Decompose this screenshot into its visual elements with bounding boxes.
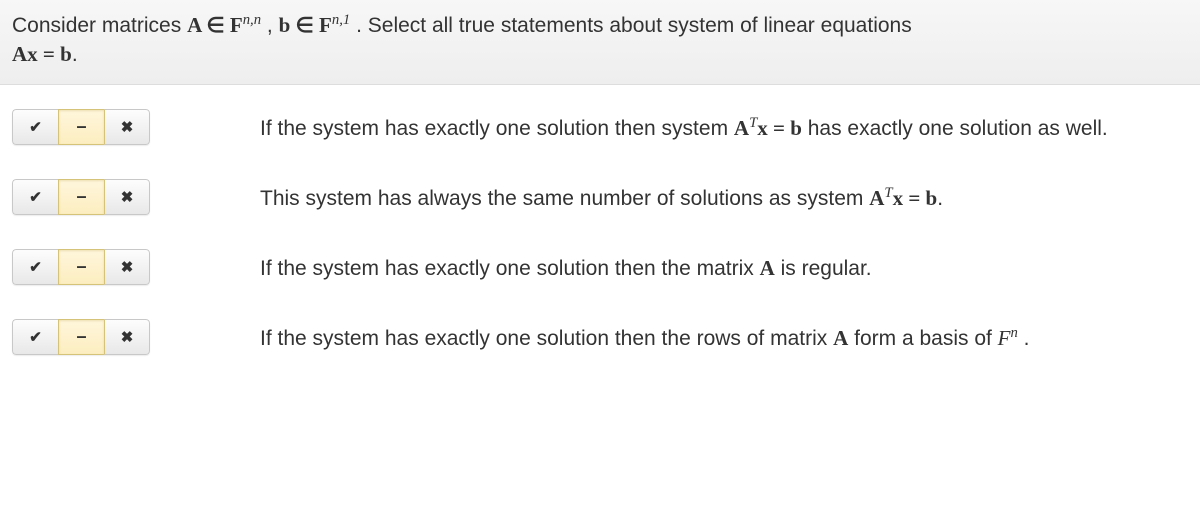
toggle-cross[interactable]: ✖ [104,109,150,145]
prompt-text-1: Consider matrices [12,14,187,37]
cross-icon: ✖ [121,328,134,346]
prompt-sep: , [261,14,279,37]
toggle-dash[interactable]: – [58,179,104,215]
prompt-text-2: . Select all true statements about syste… [350,14,911,37]
toggle-check[interactable]: ✔ [12,249,58,285]
tri-state-toggle[interactable]: ✔ – ✖ [12,109,150,145]
toggle-check[interactable]: ✔ [12,319,58,355]
math-ATx-eq-b: ATx = b [734,116,802,140]
toggle-dash[interactable]: – [58,319,104,355]
cross-icon: ✖ [121,188,134,206]
toggle-check[interactable]: ✔ [12,109,58,145]
question-prompt: Consider matrices A ∈ Fn,n , b ∈ Fn,1 . … [0,0,1200,85]
tri-state-toggle[interactable]: ✔ – ✖ [12,179,150,215]
answer-statement: If the system has exactly one solution t… [260,249,1188,284]
toggle-cross[interactable]: ✖ [104,319,150,355]
toggle-dash[interactable]: – [58,109,104,145]
math-ATx-eq-b: ATx = b [869,186,937,210]
answer-statement: If the system has exactly one solution t… [260,109,1188,144]
tri-state-toggle[interactable]: ✔ – ✖ [12,249,150,285]
answer-row: ✔ – ✖ If the system has exactly one solu… [12,319,1188,355]
answer-statement: This system has always the same number o… [260,179,1188,214]
answers-list: ✔ – ✖ If the system has exactly one solu… [0,85,1200,377]
dash-icon: – [76,256,86,277]
check-icon: ✔ [29,118,42,136]
cross-icon: ✖ [121,258,134,276]
dash-icon: – [76,186,86,207]
answer-row: ✔ – ✖ If the system has exactly one solu… [12,109,1188,145]
check-icon: ✔ [29,328,42,346]
cross-icon: ✖ [121,118,134,136]
answer-row: ✔ – ✖ This system has always the same nu… [12,179,1188,215]
dash-icon: – [76,116,86,137]
math-A-in-Fnn: A ∈ Fn,n [187,13,261,37]
answer-statement: If the system has exactly one solution t… [260,319,1188,354]
tri-state-toggle[interactable]: ✔ – ✖ [12,319,150,355]
math-Fn: Fn [998,326,1018,350]
toggle-cross[interactable]: ✖ [104,249,150,285]
toggle-cross[interactable]: ✖ [104,179,150,215]
math-Ax-eq-b: Ax = b [12,42,72,66]
toggle-check[interactable]: ✔ [12,179,58,215]
math-A: A [833,326,848,350]
math-b-in-Fn1: b ∈ Fn,1 [279,13,351,37]
dash-icon: – [76,326,86,347]
answer-row: ✔ – ✖ If the system has exactly one solu… [12,249,1188,285]
prompt-period: . [72,43,78,66]
check-icon: ✔ [29,188,42,206]
math-A: A [760,256,775,280]
toggle-dash[interactable]: – [58,249,104,285]
check-icon: ✔ [29,258,42,276]
